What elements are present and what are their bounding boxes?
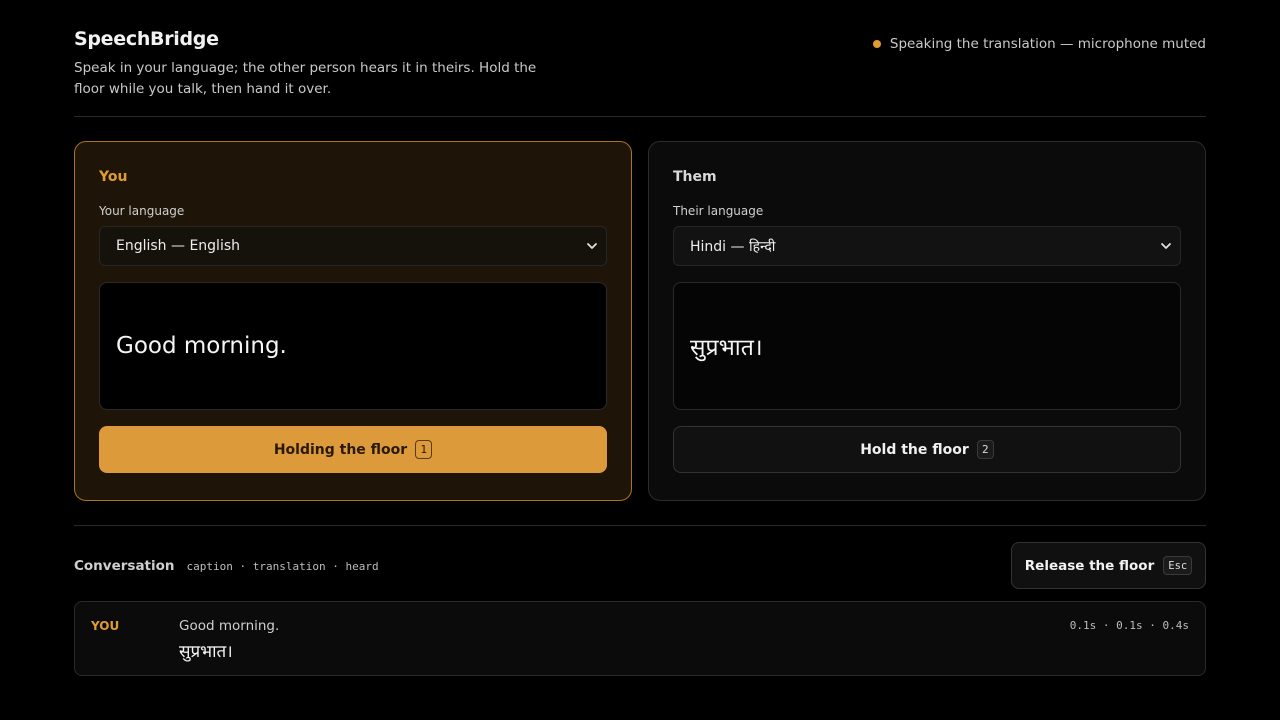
- hold-floor-label-them: Hold the floor: [860, 441, 969, 458]
- app-subtitle: Speak in your language; the other person…: [74, 60, 537, 97]
- section-divider: [74, 525, 1206, 526]
- entry-caption: Good morning.: [179, 618, 280, 634]
- their-language-value: Hindi — हिन्दी: [690, 238, 776, 255]
- them-panel-title: Them: [673, 169, 717, 185]
- hold-floor-button-them[interactable]: Hold the floor 2: [673, 426, 1181, 473]
- your-language-value: English — English: [116, 238, 241, 254]
- shortcut-key-badge: 2: [976, 440, 994, 459]
- status-dot-icon: [872, 40, 881, 48]
- their-text-display: सुप्रभात।: [673, 282, 1181, 410]
- conversation-legend: caption · translation · heard: [186, 560, 379, 573]
- your-text-display: Good morning.: [99, 282, 607, 410]
- header: SpeechBridge Speak in your language; the…: [74, 28, 1206, 117]
- entry-speaker: YOU: [91, 619, 120, 633]
- conversation-header: Conversation caption · translation · hea…: [74, 558, 379, 574]
- chevron-down-icon: [1161, 243, 1171, 249]
- status-text: Speaking the translation — microphone mu…: [889, 36, 1206, 52]
- status-indicator: Speaking the translation — microphone mu…: [872, 36, 1206, 52]
- conversation-title: Conversation: [74, 558, 175, 574]
- their-language-select[interactable]: Hindi — हिन्दी: [673, 226, 1181, 266]
- your-language-select[interactable]: English — English: [99, 226, 607, 266]
- shortcut-key-badge: Esc: [1163, 556, 1193, 575]
- release-floor-label: Release the floor: [1024, 557, 1155, 574]
- you-panel: You Your language English — English Good…: [74, 141, 632, 501]
- hold-floor-button-you[interactable]: Holding the floor 1: [99, 426, 607, 473]
- release-floor-button[interactable]: Release the floor Esc: [1011, 542, 1206, 589]
- them-panel: Them Their language Hindi — हिन्दी सुप्र…: [648, 141, 1206, 501]
- chevron-down-icon: [587, 243, 597, 249]
- hold-floor-label-you: Holding the floor: [273, 441, 408, 458]
- entry-translation: सुप्रभात।: [179, 642, 233, 662]
- entry-timings: 0.1s · 0.1s · 0.4s: [1069, 619, 1189, 632]
- conversation-entry: YOU Good morning. सुप्रभात। 0.1s · 0.1s …: [74, 601, 1206, 676]
- their-language-label: Their language: [673, 204, 764, 218]
- shortcut-key-badge: 1: [415, 440, 433, 459]
- your-language-label: Your language: [99, 204, 185, 218]
- you-panel-title: You: [99, 169, 128, 185]
